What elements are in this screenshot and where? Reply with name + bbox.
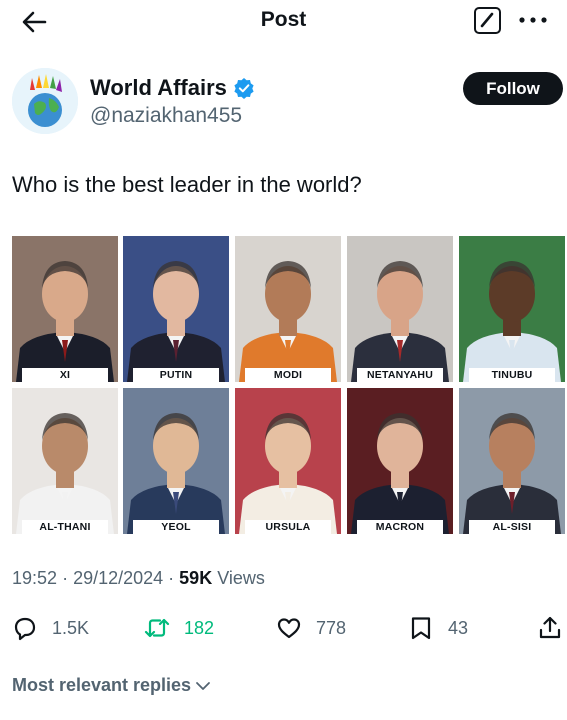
action-bar: 1.5K 182 778 43 [0,610,567,646]
more-options-icon[interactable] [518,14,548,26]
top-bar: Post [0,0,567,44]
leader-photo[interactable]: NETANYAHU [347,236,453,382]
leader-portrait [459,388,565,534]
retweet-count: 182 [184,618,215,638]
leader-name-label: MODI [245,368,331,382]
leader-photo[interactable]: YEOL [123,388,229,534]
leader-photo[interactable]: AL-SISI [459,388,565,534]
leader-name-label: XI [22,368,108,382]
leader-name-label: AL-SISI [469,520,555,534]
leader-portrait [459,236,565,382]
leader-portrait [123,236,229,382]
author-name[interactable]: World Affairs [90,75,227,101]
leader-portrait [347,388,453,534]
tweet-meta: 19:52 · 29/12/2024 · 59K Views [12,568,265,589]
meta-separator: · [62,568,74,588]
leader-name-label: URSULA [245,520,331,534]
bookmark-count: 43 [448,618,469,638]
like-count: 778 [316,618,347,638]
author-row: World Affairs @naziakhan455 Follow [12,66,563,138]
heart-icon [277,618,301,639]
leader-portrait [235,236,341,382]
leader-name-label: MACRON [357,520,443,534]
views-count: 59K [179,568,213,588]
replies-sort-dropdown[interactable]: Most relevant replies [12,675,211,696]
leader-photo[interactable]: PUTIN [123,236,229,382]
leader-name-label: TINUBU [469,368,555,382]
author-handle[interactable]: @naziakhan455 [90,104,242,128]
retweet-icon [144,618,170,638]
leader-portrait [12,388,118,534]
tweet-date: 29/12/2024 [73,568,164,588]
globe-hands-logo-icon [12,68,78,134]
leader-name-label: AL-THANI [22,520,108,534]
leader-portrait [12,236,118,382]
meta-separator: · [168,568,180,588]
replies-sort-label: Most relevant replies [12,675,192,695]
leader-name-label: PUTIN [133,368,219,382]
bookmark-icon [411,617,431,640]
leader-photo[interactable]: URSULA [235,388,341,534]
leader-photo[interactable]: MODI [235,236,341,382]
compose-icon[interactable] [474,7,501,34]
leader-name-label: NETANYAHU [357,368,443,382]
leader-portrait [235,388,341,534]
chevron-down-icon [196,682,210,691]
tweet-text: Who is the best leader in the world? [12,172,362,197]
views-label: Views [217,568,265,588]
media-grid[interactable]: XI PUTIN MODI NETANYAHU TINUBU AL-THANI YEOL UR… [12,236,565,534]
leader-photo[interactable]: XI [12,236,118,382]
leader-name-label: YEOL [133,520,219,534]
leader-photo[interactable]: AL-THANI [12,388,118,534]
verified-badge-icon [234,78,254,99]
leader-portrait [347,236,453,382]
avatar[interactable] [12,68,78,134]
reply-icon [14,617,36,641]
reply-count: 1.5K [52,618,90,638]
share-icon [539,616,561,639]
leader-portrait [123,388,229,534]
leader-photo[interactable]: TINUBU [459,236,565,382]
leader-photo[interactable]: MACRON [347,388,453,534]
tweet-time: 19:52 [12,568,58,588]
follow-button[interactable]: Follow [463,72,563,105]
